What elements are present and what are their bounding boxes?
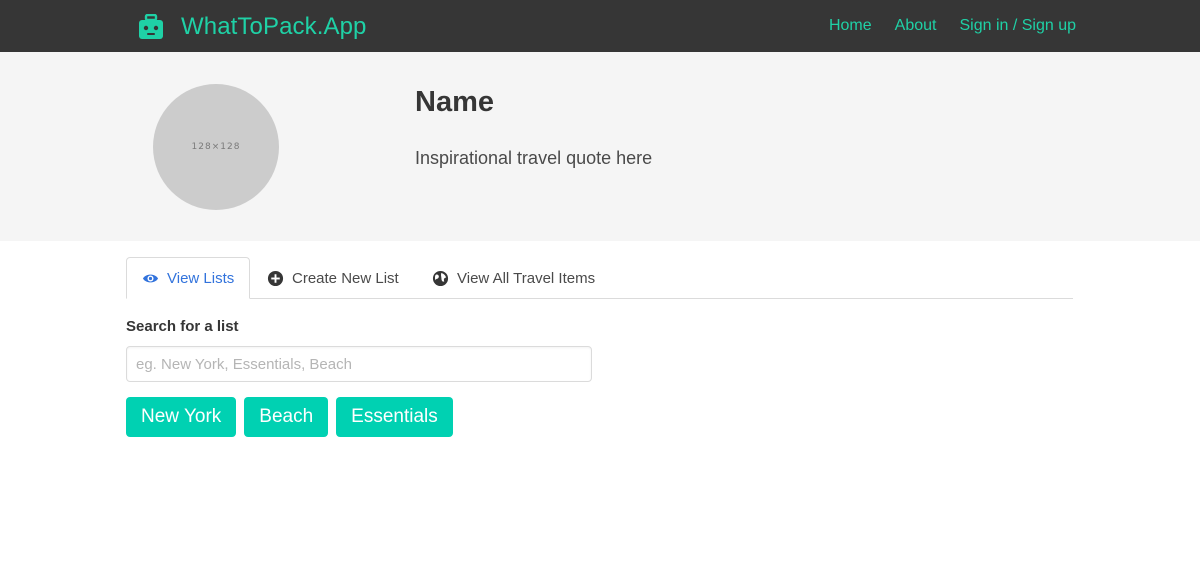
profile-hero: 128×128 Name Inspirational travel quote … <box>0 52 1200 241</box>
profile-name: Name <box>415 86 494 118</box>
tab-view-all-travel-items[interactable]: View All Travel Items <box>432 257 595 299</box>
brand-title: WhatToPack.App <box>181 13 367 40</box>
tab-view-lists[interactable]: View Lists <box>126 257 250 299</box>
search-input[interactable] <box>126 346 592 382</box>
plus-circle-icon <box>267 270 284 286</box>
tab-bar: View Lists Create New List View All Trav… <box>126 257 1073 299</box>
tab-create-new-list-label: Create New List <box>292 269 399 287</box>
globe-icon <box>432 270 449 286</box>
avatar-placeholder-text: 128×128 <box>191 142 241 152</box>
nav-signin-link[interactable]: Sign in / Sign up <box>959 17 1076 35</box>
list-button-essentials[interactable]: Essentials <box>336 397 453 437</box>
list-button-beach[interactable]: Beach <box>244 397 329 437</box>
profile-quote: Inspirational travel quote here <box>415 148 653 168</box>
suitcase-icon <box>139 14 163 39</box>
top-navbar: WhatToPack.App Home About Sign in / Sign… <box>0 0 1200 52</box>
nav-about-link[interactable]: About <box>895 17 937 35</box>
brand-link[interactable]: WhatToPack.App <box>138 12 367 42</box>
tab-view-lists-label: View Lists <box>167 269 235 287</box>
eye-icon <box>142 274 159 282</box>
tab-view-all-travel-items-label: View All Travel Items <box>457 269 596 287</box>
avatar: 128×128 <box>153 84 279 210</box>
list-button-new-york[interactable]: New York <box>126 397 237 437</box>
nav-links: Home About Sign in / Sign up <box>806 17 1076 35</box>
tab-create-new-list[interactable]: Create New List <box>267 257 399 299</box>
nav-home-link[interactable]: Home <box>829 17 872 35</box>
quick-list-buttons: New York Beach Essentials <box>126 397 461 437</box>
search-label: Search for a list <box>126 318 239 335</box>
